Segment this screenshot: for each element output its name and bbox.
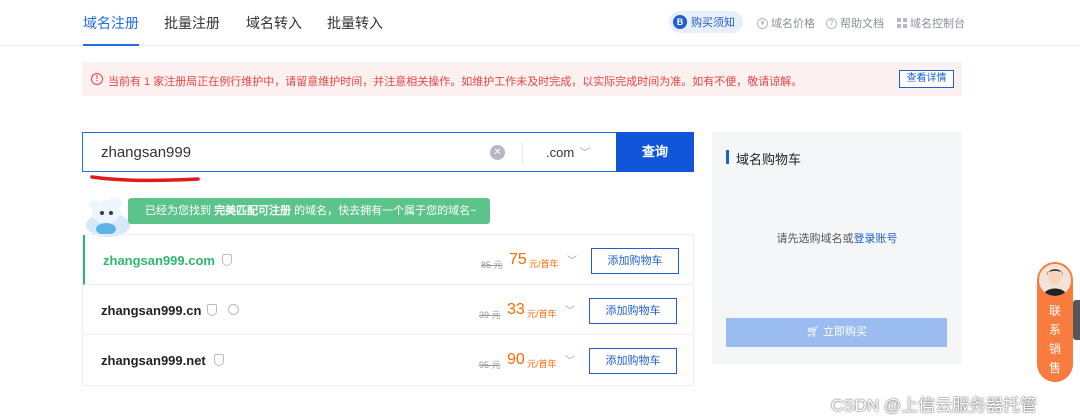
domain-console-link[interactable]: 域名控制台 (897, 15, 965, 31)
info-shield-icon (228, 304, 239, 315)
buy-notice-link[interactable]: B 购买须知 (669, 11, 743, 33)
side-tab-handle[interactable] (1073, 300, 1080, 340)
shield-icon (214, 354, 224, 366)
found-banner: 已经为您找到 完美匹配可注册 的域名，快去拥有一个属于您的域名~ (128, 198, 490, 224)
add-to-cart-button[interactable]: 添加购物车 (591, 248, 679, 274)
grid-icon (897, 18, 907, 28)
tab-batch-register[interactable]: 批量注册 (164, 13, 220, 46)
domain-name[interactable]: zhangsan999.cn (101, 303, 201, 318)
watermark: CSDN @上信云服务器托管 (831, 396, 1038, 415)
chevron-down-icon[interactable]: ﹀ (580, 144, 590, 159)
price-icon: ¥ (757, 17, 768, 29)
top-navigation: 域名注册 批量注册 域名转入 批量转入 B 购买须知 ¥ 域名价格 ? 帮助文档… (0, 0, 1080, 46)
found-prefix: 已经为您找到 (145, 205, 211, 217)
shield-icon (222, 254, 232, 266)
found-highlight: 完美匹配可注册 (214, 205, 292, 217)
result-row-com: zhangsan999.com 85 元 75 元/首年 ﹀ 添加购物车 (83, 235, 693, 285)
red-underline-annotation (90, 175, 200, 183)
chevron-down-icon[interactable]: ﹀ (565, 352, 575, 367)
cart-empty-text: 请先选购域名或 (776, 233, 854, 245)
price-unit: 元/首年 (527, 309, 557, 319)
domain-price-link[interactable]: ¥ 域名价格 (757, 15, 815, 31)
domain-cart-panel: 域名购物车 请先选购域名或登录账号 🛒︎ 立即购买 (712, 132, 962, 364)
cart-icon: 🛒︎ (805, 326, 824, 338)
buy-now-button[interactable]: 🛒︎ 立即购买 (726, 318, 947, 347)
tab-batch-transfer[interactable]: 批量转入 (327, 13, 383, 46)
alert-message: 当前有 1 家注册局正在例行维护中，请留意维护时间，并注意相关操作。如维护工作未… (108, 76, 803, 88)
mascot-icon (86, 197, 130, 237)
tab-domain-register[interactable]: 域名注册 (83, 13, 139, 46)
notice-icon: B (673, 15, 687, 29)
buy-notice-label: 购买须知 (691, 17, 735, 29)
divider (522, 142, 523, 164)
shield-icon (207, 304, 217, 316)
clear-icon[interactable]: ✕ (490, 145, 505, 160)
tld-select[interactable]: .com (546, 145, 574, 160)
maintenance-alert: ! 当前有 1 家注册局正在例行维护中，请留意维护时间，并注意相关操作。如维护工… (82, 62, 962, 96)
found-suffix: 的域名，快去拥有一个属于您的域名~ (294, 205, 477, 217)
result-row-cn: zhangsan999.cn 39 元 33 元/首年 ﹀ 添加购物车 (83, 285, 693, 335)
domain-results-list: zhangsan999.com 85 元 75 元/首年 ﹀ 添加购物车 zha… (82, 234, 694, 386)
cart-title: 域名购物车 (736, 152, 802, 167)
search-input[interactable]: zhangsan999 (101, 144, 191, 161)
price-unit: 元/首年 (527, 359, 557, 369)
domain-name[interactable]: zhangsan999.net (101, 353, 206, 368)
contact-sales-widget[interactable]: 联 系 销 售 (1037, 262, 1073, 382)
original-price: 39 元 (479, 310, 501, 320)
result-row-net: zhangsan999.net 95 元 90 元/首年 ﹀ 添加购物车 (83, 335, 693, 385)
buy-now-label: 立即购买 (823, 326, 868, 338)
contact-label: 联 系 销 售 (1048, 304, 1061, 375)
domain-search-box: zhangsan999 ✕ .com ﹀ 查询 (82, 132, 694, 172)
help-icon: ? (826, 17, 837, 29)
help-docs-link[interactable]: ? 帮助文档 (826, 15, 884, 31)
view-details-button[interactable]: 查看详情 (899, 70, 954, 88)
search-button[interactable]: 查询 (616, 132, 694, 172)
add-to-cart-button[interactable]: 添加购物车 (589, 348, 677, 374)
current-price: 75 (509, 251, 527, 268)
chevron-down-icon[interactable]: ﹀ (567, 252, 577, 267)
warning-icon: ! (91, 73, 103, 85)
domain-price-label: 域名价格 (771, 18, 815, 30)
price-unit: 元/首年 (529, 259, 559, 269)
original-price: 95 元 (479, 360, 501, 370)
domain-name[interactable]: zhangsan999.com (103, 253, 215, 268)
avatar (1039, 264, 1071, 296)
tab-domain-transfer[interactable]: 域名转入 (246, 13, 302, 46)
domain-console-label: 域名控制台 (910, 18, 965, 30)
title-accent-bar (726, 150, 729, 164)
add-to-cart-button[interactable]: 添加购物车 (589, 298, 677, 324)
current-price: 33 (507, 301, 525, 318)
current-price: 90 (507, 351, 525, 368)
help-docs-label: 帮助文档 (840, 18, 884, 30)
original-price: 85 元 (481, 260, 503, 270)
chevron-down-icon[interactable]: ﹀ (565, 302, 575, 317)
login-link[interactable]: 登录账号 (854, 233, 898, 245)
cart-empty-message: 请先选购域名或登录账号 (712, 230, 962, 246)
